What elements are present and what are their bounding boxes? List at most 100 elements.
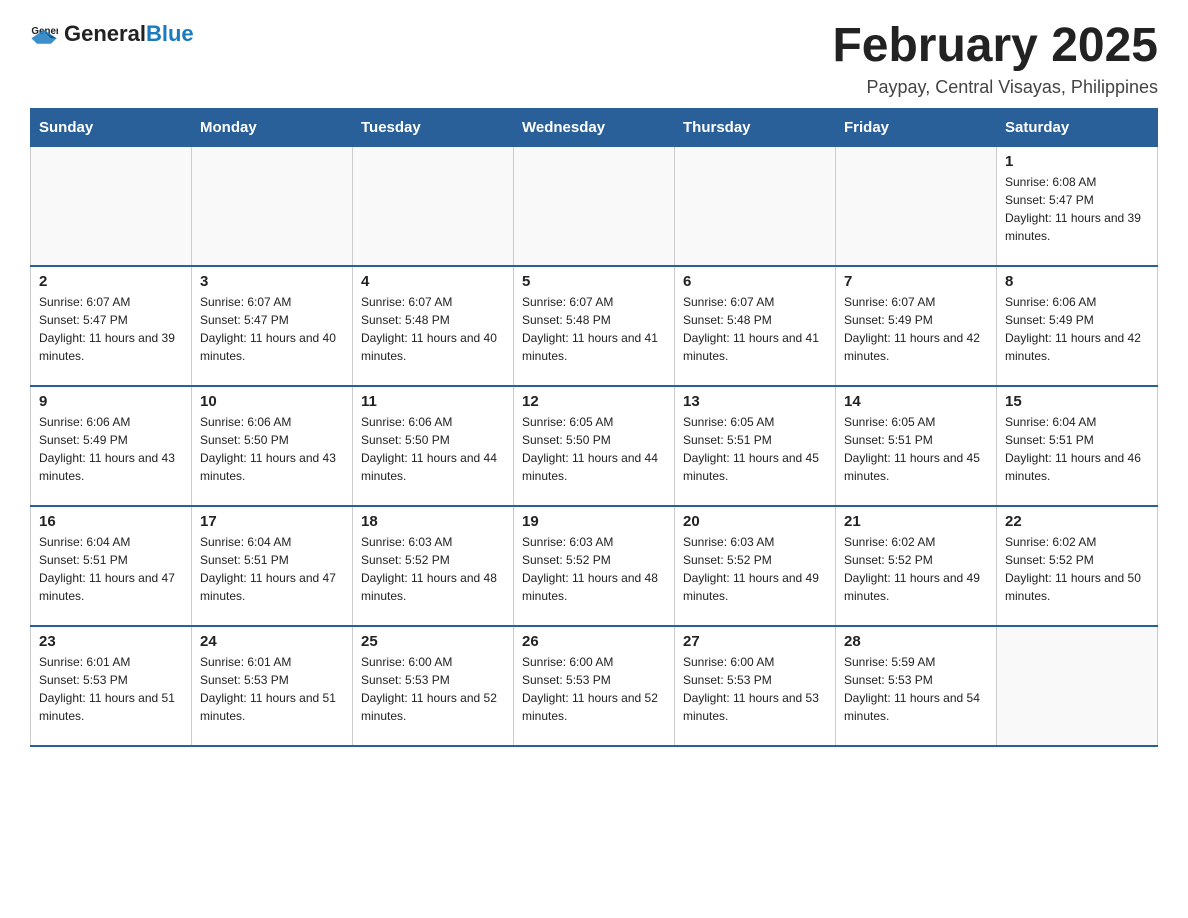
calendar-cell: 27Sunrise: 6:00 AMSunset: 5:53 PMDayligh… [675,626,836,746]
title-block: February 2025 Paypay, Central Visayas, P… [832,20,1158,98]
day-number: 9 [39,393,183,410]
day-number: 26 [522,633,666,650]
day-number: 16 [39,513,183,530]
calendar-cell: 18 Sunrise: 6:03 AMSunset: 5:52 PMDayligh… [353,506,514,626]
logo-blue: Blue [146,21,194,46]
calendar-cell: 17 Sunrise: 6:04 AMSunset: 5:51 PMDayligh… [192,506,353,626]
calendar-table: SundayMondayTuesdayWednesdayThursdayFrid… [30,108,1158,748]
calendar-week-row: 16 Sunrise: 6:04 AMSunset: 5:51 PMDayligh… [31,506,1158,626]
day-info: Sunrise: 5:59 AMSunset: 5:53 PMDaylight:… [844,653,988,725]
day-number: 28 [844,633,988,650]
day-info: Sunrise: 6:04 AMSunset: 5:51 PMDaylight:… [39,533,183,605]
day-info: Sunrise: 6:04 AMSunset: 5:51 PMDaylight:… [1005,413,1149,485]
calendar-cell: 10 Sunrise: 6:06 AMSunset: 5:50 PMDayligh… [192,386,353,506]
day-number: 6 [683,273,827,290]
day-info: Sunrise: 6:05 AMSunset: 5:51 PMDaylight:… [683,413,827,485]
calendar-cell: 25Sunrise: 6:00 AMSunset: 5:53 PMDayligh… [353,626,514,746]
calendar-week-row: 23 Sunrise: 6:01 AMSunset: 5:53 PMDayligh… [31,626,1158,746]
day-number: 1 [1005,153,1149,170]
calendar-cell: 12Sunrise: 6:05 AMSunset: 5:50 PMDayligh… [514,386,675,506]
day-info: Sunrise: 6:03 AMSunset: 5:52 PMDaylight:… [522,533,666,605]
calendar-cell: 11 Sunrise: 6:06 AMSunset: 5:50 PMDayligh… [353,386,514,506]
day-info: Sunrise: 6:07 AMSunset: 5:48 PMDaylight:… [683,293,827,365]
logo-icon: General [30,20,58,48]
calendar-cell: 7Sunrise: 6:07 AMSunset: 5:49 PMDaylight… [836,266,997,386]
day-info: Sunrise: 6:03 AMSunset: 5:52 PMDaylight:… [683,533,827,605]
calendar-cell: 6 Sunrise: 6:07 AMSunset: 5:48 PMDaylight… [675,266,836,386]
calendar-cell: 5 Sunrise: 6:07 AMSunset: 5:48 PMDaylight… [514,266,675,386]
day-info: Sunrise: 6:06 AMSunset: 5:49 PMDaylight:… [1005,293,1149,365]
calendar-cell [31,146,192,266]
calendar-cell: 28 Sunrise: 5:59 AMSunset: 5:53 PMDayligh… [836,626,997,746]
day-info: Sunrise: 6:01 AMSunset: 5:53 PMDaylight:… [200,653,344,725]
weekday-header-thursday: Thursday [675,108,836,146]
page-header: General GeneralBlue February 2025 Paypay… [30,20,1158,98]
day-info: Sunrise: 6:03 AMSunset: 5:52 PMDaylight:… [361,533,505,605]
calendar-cell: 8Sunrise: 6:06 AMSunset: 5:49 PMDaylight… [997,266,1158,386]
day-info: Sunrise: 6:04 AMSunset: 5:51 PMDaylight:… [200,533,344,605]
calendar-cell: 26Sunrise: 6:00 AMSunset: 5:53 PMDayligh… [514,626,675,746]
day-info: Sunrise: 6:06 AMSunset: 5:50 PMDaylight:… [200,413,344,485]
day-number: 21 [844,513,988,530]
day-number: 4 [361,273,505,290]
day-info: Sunrise: 6:07 AMSunset: 5:47 PMDaylight:… [200,293,344,365]
day-number: 18 [361,513,505,530]
day-number: 19 [522,513,666,530]
day-number: 17 [200,513,344,530]
logo: General GeneralBlue [30,20,194,48]
calendar-cell: 21 Sunrise: 6:02 AMSunset: 5:52 PMDayligh… [836,506,997,626]
calendar-cell [997,626,1158,746]
calendar-cell: 4 Sunrise: 6:07 AMSunset: 5:48 PMDaylight… [353,266,514,386]
day-number: 11 [361,393,505,410]
calendar-cell [675,146,836,266]
day-info: Sunrise: 6:06 AMSunset: 5:49 PMDaylight:… [39,413,183,485]
calendar-week-row: 9 Sunrise: 6:06 AMSunset: 5:49 PMDaylight… [31,386,1158,506]
day-info: Sunrise: 6:07 AMSunset: 5:48 PMDaylight:… [522,293,666,365]
weekday-header-saturday: Saturday [997,108,1158,146]
day-number: 23 [39,633,183,650]
calendar-cell: 14Sunrise: 6:05 AMSunset: 5:51 PMDayligh… [836,386,997,506]
day-info: Sunrise: 6:06 AMSunset: 5:50 PMDaylight:… [361,413,505,485]
calendar-cell [514,146,675,266]
day-number: 25 [361,633,505,650]
day-number: 5 [522,273,666,290]
calendar-cell: 24 Sunrise: 6:01 AMSunset: 5:53 PMDayligh… [192,626,353,746]
day-info: Sunrise: 6:00 AMSunset: 5:53 PMDaylight:… [683,653,827,725]
day-number: 24 [200,633,344,650]
day-info: Sunrise: 6:02 AMSunset: 5:52 PMDaylight:… [844,533,988,605]
logo-text: GeneralBlue [64,21,194,47]
day-number: 2 [39,273,183,290]
weekday-header-wednesday: Wednesday [514,108,675,146]
calendar-cell: 20 Sunrise: 6:03 AMSunset: 5:52 PMDayligh… [675,506,836,626]
day-number: 15 [1005,393,1149,410]
weekday-header-friday: Friday [836,108,997,146]
weekday-header-monday: Monday [192,108,353,146]
day-number: 14 [844,393,988,410]
calendar-cell: 1 Sunrise: 6:08 AMSunset: 5:47 PMDaylight… [997,146,1158,266]
logo-general: General [64,21,146,46]
calendar-cell: 16 Sunrise: 6:04 AMSunset: 5:51 PMDayligh… [31,506,192,626]
day-number: 20 [683,513,827,530]
day-info: Sunrise: 6:08 AMSunset: 5:47 PMDaylight:… [1005,173,1149,245]
calendar-cell: 3 Sunrise: 6:07 AMSunset: 5:47 PMDaylight… [192,266,353,386]
calendar-cell: 15 Sunrise: 6:04 AMSunset: 5:51 PMDayligh… [997,386,1158,506]
day-number: 7 [844,273,988,290]
location-subtitle: Paypay, Central Visayas, Philippines [832,77,1158,98]
day-info: Sunrise: 6:07 AMSunset: 5:48 PMDaylight:… [361,293,505,365]
day-number: 3 [200,273,344,290]
day-number: 10 [200,393,344,410]
calendar-cell [353,146,514,266]
calendar-cell: 2Sunrise: 6:07 AMSunset: 5:47 PMDaylight… [31,266,192,386]
calendar-cell: 19 Sunrise: 6:03 AMSunset: 5:52 PMDayligh… [514,506,675,626]
day-info: Sunrise: 6:01 AMSunset: 5:53 PMDaylight:… [39,653,183,725]
calendar-cell [836,146,997,266]
calendar-cell: 22 Sunrise: 6:02 AMSunset: 5:52 PMDayligh… [997,506,1158,626]
day-number: 13 [683,393,827,410]
calendar-cell: 23 Sunrise: 6:01 AMSunset: 5:53 PMDayligh… [31,626,192,746]
month-title: February 2025 [832,20,1158,73]
calendar-cell: 9 Sunrise: 6:06 AMSunset: 5:49 PMDaylight… [31,386,192,506]
weekday-header-tuesday: Tuesday [353,108,514,146]
day-number: 22 [1005,513,1149,530]
day-info: Sunrise: 6:02 AMSunset: 5:52 PMDaylight:… [1005,533,1149,605]
calendar-week-row: 2 Sunrise: 6:07 AMSunset: 5:47 PMDaylight… [31,266,1158,386]
